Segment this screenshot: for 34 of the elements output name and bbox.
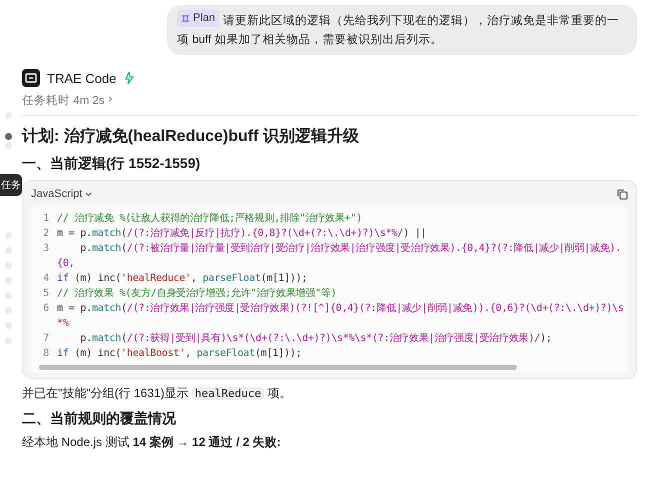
code-line: m = p.match(/(?:治疗减免|反疗|抗疗).{0,8}?(\d+(?:\.\d+)?)\s*%/) || bbox=[57, 226, 428, 241]
line-number: 5 bbox=[42, 287, 50, 301]
paragraph: 经本地 Node.js 测试 14 案例 → 12 通过 / 2 失败: bbox=[22, 434, 282, 451]
code-line: // 治疗效果 %(友方/自身受治疗增强;允许"治疗效果增强"等) bbox=[57, 286, 338, 301]
chevron-down-icon bbox=[85, 192, 92, 196]
code-line: p.match(/(?:被治疗量|治疗量|受到治疗|受治疗|治疗效果|治疗强度|受治疗效果).{0,4}?(?:降低|减少|削弱|减免).{0, bbox=[57, 242, 622, 271]
section-heading: 二、当前规则的覆盖情况 bbox=[22, 410, 177, 428]
user-message: Plan 请更新此区域的逻辑（先给我列下现在的逻辑），治疗减免是非常重要的一项 buff 如果加了相关物品，需要被识别出后列示。 bbox=[167, 5, 637, 55]
line-number: 6 bbox=[42, 302, 50, 316]
app-logo-icon bbox=[22, 69, 40, 87]
code-line: if (m) inc('healReduce', parseFloat(m[1])); bbox=[57, 272, 308, 286]
line-number: 2 bbox=[42, 227, 50, 241]
code-line: m = p.match(/(?:治疗效果|治疗强度|受治疗效果)(?![^]{0,4}(?:降低|减少|削弱|减免)).{0,6}?(\d+(?:\.\d+)?)\s*% bbox=[57, 302, 625, 331]
paragraph: 并已在"技能"分组(行 1631)显示 healReduce 项。 bbox=[22, 385, 292, 402]
plan-badge: Plan bbox=[177, 10, 220, 27]
plan-title: 计划: 治疗减免(healReduce)buff 识别逻辑升级 bbox=[22, 126, 637, 147]
agent-name: TRAE Code bbox=[47, 70, 116, 86]
task-duration: 任务耗时 4m 2s bbox=[22, 94, 105, 108]
line-number: 8 bbox=[42, 347, 50, 361]
copy-icon[interactable] bbox=[617, 188, 628, 200]
chevron-icon[interactable]: › bbox=[108, 93, 112, 108]
language-dropdown[interactable]: JavaScript bbox=[31, 188, 92, 200]
line-number: 3 bbox=[42, 242, 50, 256]
task-tooltip: 任务 bbox=[0, 174, 22, 196]
scrollbar[interactable] bbox=[39, 365, 517, 370]
line-number: 1 bbox=[42, 212, 50, 226]
line-number: 7 bbox=[42, 332, 50, 346]
plan-icon bbox=[181, 14, 190, 23]
section-heading: 一、当前逻辑(行 1552-1559) bbox=[22, 155, 202, 173]
line-number: 4 bbox=[42, 272, 50, 286]
sparkle-icon bbox=[123, 72, 134, 84]
code-line: p.match(/(?:获得|受到|具有)\s*(\d+(?:\.\d+)?)\s*%\s*(?:治疗效果|治疗强度|受治疗效果)/); bbox=[79, 332, 553, 346]
code-line: // 治疗减免 %(让敌人获得的治疗降低;严格规则,排除"治疗效果+") bbox=[57, 212, 364, 226]
code-line: if (m) inc('healBoost', parseFloat(m[1])); bbox=[57, 347, 303, 361]
